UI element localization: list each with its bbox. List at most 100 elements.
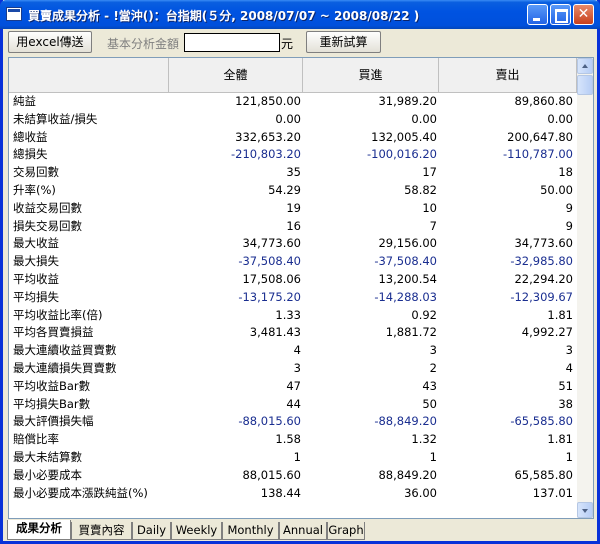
scroll-up-arrow-icon[interactable]: [577, 58, 593, 74]
value-all: 19: [286, 200, 301, 215]
vertical-scrollbar[interactable]: [577, 58, 593, 518]
value-sell: -110,787.00: [503, 147, 573, 162]
value-sell: 38: [558, 396, 573, 411]
table-row[interactable]: 最大未結算數 1 1 1: [9, 449, 577, 467]
close-button[interactable]: ✕: [573, 4, 594, 25]
value-all: 3,481.43: [249, 325, 301, 340]
tab-2[interactable]: Daily: [132, 522, 171, 540]
row-label: 最大收益: [13, 236, 59, 251]
tab-6[interactable]: Graph: [327, 522, 365, 540]
header-all[interactable]: 全體: [169, 58, 303, 93]
table-row[interactable]: 交易回數 35 17 18: [9, 164, 577, 182]
value-sell: 65,585.80: [514, 467, 573, 482]
window-title: 買賣成果分析 - !當沖()：台指期(５分, 2008/07/07 ~ 2008…: [28, 7, 419, 24]
header-corner: [9, 58, 169, 93]
value-buy: 0.00: [411, 111, 437, 126]
value-all: 3: [293, 360, 301, 375]
tab-0[interactable]: 成果分析: [7, 520, 71, 540]
value-all: -210,803.20: [231, 147, 301, 162]
table-row[interactable]: 最小必要成本漲跌純益(%) 138.44 36.00 137.01: [9, 485, 577, 503]
value-buy: 1,881.72: [385, 325, 437, 340]
value-all: -88,015.60: [238, 414, 301, 429]
row-label: 最大連續收益買賣數: [13, 343, 117, 358]
results-grid: 全體 買進 賣出 純益 121,850.00 31,989.20 89,860.80 未…: [8, 57, 594, 519]
value-all: 88,015.60: [242, 467, 301, 482]
table-row[interactable]: 平均各買賣損益 3,481.43 1,881.72 4,992.27: [9, 324, 577, 342]
table-row[interactable]: 最小必要成本 88,015.60 88,849.20 65,585.80: [9, 467, 577, 485]
table-row[interactable]: 升率(%) 54.29 58.82 50.00: [9, 182, 577, 200]
row-label: 最小必要成本: [13, 467, 82, 482]
row-label: 總損失: [13, 147, 48, 162]
minimize-button[interactable]: [527, 4, 548, 25]
window-title-main: 買賣成果分析 - !當沖(: [28, 9, 149, 23]
app-window: 買賣成果分析 - !當沖()：台指期(５分, 2008/07/07 ~ 2008…: [0, 0, 600, 544]
value-sell: 51: [558, 378, 573, 393]
value-all: 16: [286, 218, 301, 233]
row-label: 升率(%): [13, 182, 56, 197]
table-row[interactable]: 最大連續收益買賣數 4 3 3: [9, 342, 577, 360]
value-buy: -100,016.20: [367, 147, 437, 162]
table-row[interactable]: 收益交易回數 19 10 9: [9, 200, 577, 218]
value-buy: 43: [422, 378, 437, 393]
value-all: 54.29: [268, 182, 301, 197]
tab-3[interactable]: Weekly: [171, 522, 222, 540]
header-buy[interactable]: 買進: [303, 58, 439, 93]
value-buy: 10: [422, 200, 437, 215]
row-label: 交易回數: [13, 165, 59, 180]
maximize-button[interactable]: [550, 4, 571, 25]
tab-4[interactable]: Monthly: [222, 522, 279, 540]
value-buy: 36.00: [404, 485, 437, 500]
value-buy: -88,849.20: [374, 414, 437, 429]
value-sell: -65,585.80: [510, 414, 573, 429]
value-sell: 0.00: [547, 111, 573, 126]
value-all: 1.58: [275, 432, 301, 447]
row-label: 賠償比率: [13, 432, 59, 447]
value-all: -13,175.20: [238, 289, 301, 304]
title-bar[interactable]: 買賣成果分析 - !當沖()：台指期(５分, 2008/07/07 ~ 2008…: [0, 0, 600, 29]
table-row[interactable]: 賠償比率 1.58 1.32 1.81: [9, 431, 577, 449]
excel-export-button[interactable]: 用excel傳送: [8, 31, 92, 53]
header-sell[interactable]: 賣出: [439, 58, 577, 93]
table-row[interactable]: 損失交易回數 16 7 9: [9, 218, 577, 236]
table-row[interactable]: 平均收益 17,508.06 13,200.54 22,294.20: [9, 271, 577, 289]
table-row[interactable]: 未結算收益/損失 0.00 0.00 0.00: [9, 111, 577, 129]
table-row[interactable]: 平均收益比率(倍) 1.33 0.92 1.81: [9, 307, 577, 325]
table-row[interactable]: 最大連續損失買賣數 3 2 4: [9, 360, 577, 378]
row-label: 最大評價損失幅: [13, 414, 94, 429]
table-row[interactable]: 平均損失 -13,175.20 -14,288.03 -12,309.67: [9, 289, 577, 307]
amount-input[interactable]: [184, 33, 280, 52]
value-all: 4: [293, 343, 301, 358]
tab-5[interactable]: Annual: [279, 522, 327, 540]
row-label: 平均各買賣損益: [13, 325, 94, 340]
value-sell: 1.81: [547, 307, 573, 322]
value-all: 17,508.06: [242, 271, 301, 286]
scroll-thumb[interactable]: [577, 75, 593, 95]
row-label: 最大連續損失買賣數: [13, 360, 117, 375]
table-row[interactable]: 最大收益 34,773.60 29,156.00 34,773.60: [9, 235, 577, 253]
scroll-down-arrow-icon[interactable]: [577, 502, 593, 518]
value-buy: 29,156.00: [378, 236, 437, 251]
value-all: 47: [286, 378, 301, 393]
table-row[interactable]: 總收益 332,653.20 132,005.40 200,647.80: [9, 129, 577, 147]
value-sell: 137.01: [532, 485, 573, 500]
table-row[interactable]: 平均收益Bar數 47 43 51: [9, 378, 577, 396]
recalculate-button[interactable]: 重新試算: [306, 31, 381, 53]
table-row[interactable]: 純益 121,850.00 31,989.20 89,860.80: [9, 93, 577, 111]
table-row[interactable]: 最大評價損失幅 -88,015.60 -88,849.20 -65,585.80: [9, 413, 577, 431]
row-label: 收益交易回數: [13, 200, 82, 215]
table-row[interactable]: 平均損失Bar數 44 50 38: [9, 396, 577, 414]
table-row[interactable]: 總損失 -210,803.20 -100,016.20 -110,787.00: [9, 146, 577, 164]
unit-label: 元: [281, 37, 294, 51]
value-buy: 58.82: [404, 182, 437, 197]
row-label: 最大未結算數: [13, 449, 82, 464]
table-row[interactable]: 最大損失 -37,508.40 -37,508.40 -32,985.80: [9, 253, 577, 271]
app-icon: [6, 7, 22, 21]
value-all: 332,653.20: [235, 129, 301, 144]
tab-1[interactable]: 買賣內容: [71, 522, 132, 540]
value-sell: 50.00: [540, 182, 573, 197]
value-all: 44: [286, 396, 301, 411]
row-label: 未結算收益/損失: [13, 111, 98, 126]
value-all: 121,850.00: [235, 94, 301, 108]
amount-label: 基本分析金額: [107, 37, 180, 51]
value-buy: 3: [429, 343, 437, 358]
